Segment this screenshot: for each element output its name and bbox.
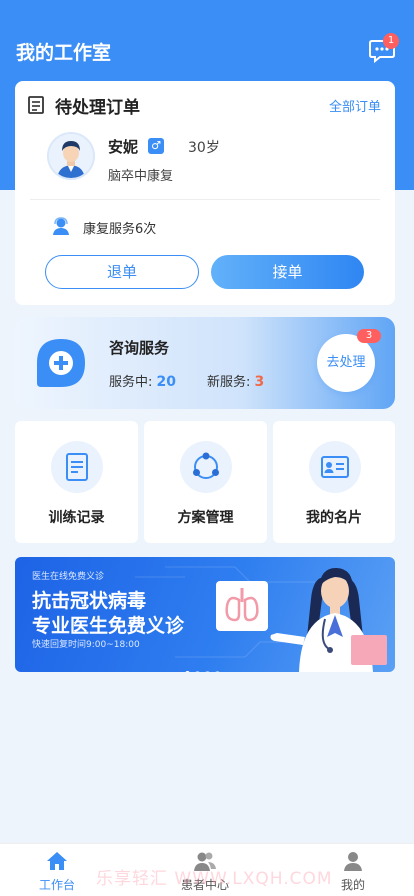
tile-label: 方案管理 — [177, 510, 234, 526]
accept-button[interactable]: 接单 — [211, 255, 364, 289]
carousel-dot[interactable] — [195, 671, 200, 672]
pending-orders-title: 待处理订单 — [55, 98, 140, 118]
patient-age: 30岁 — [188, 140, 220, 156]
order-list-icon — [28, 96, 44, 114]
watermark: 乐享轻汇 WWW.LXQH.COM — [96, 869, 333, 889]
message-badge: 1 — [383, 33, 399, 49]
promo-banner[interactable]: 医生在线免费义诊 抗击冠状病毒 专业医生免费义诊 快速回复时间9:00~18:0… — [15, 557, 395, 672]
carousel-dot[interactable] — [185, 671, 190, 672]
in-service-label: 服务中: — [109, 375, 153, 390]
reject-button[interactable]: 退单 — [45, 255, 199, 289]
banner-title-line1: 抗击冠状病毒 — [32, 590, 147, 612]
tile-training-records[interactable]: 训练记录 — [15, 421, 138, 543]
new-service-count: 3 — [254, 374, 265, 390]
home-icon — [47, 852, 67, 870]
user-icon — [344, 852, 362, 871]
doctor-illustration — [270, 567, 387, 672]
patient-name: 安妮 — [108, 138, 139, 156]
document-icon — [51, 441, 103, 493]
patient-diagnosis: 脑卒中康复 — [108, 169, 174, 184]
all-orders-link[interactable]: 全部订单 — [329, 96, 381, 115]
consult-plus-icon — [37, 339, 85, 387]
in-service-stat: 服务中: 20 — [109, 371, 176, 390]
patient-avatar — [47, 132, 95, 180]
service-person-icon — [53, 217, 69, 235]
divider — [30, 199, 380, 200]
tile-label: 训练记录 — [48, 510, 105, 526]
tile-label: 我的名片 — [306, 510, 362, 526]
consult-title: 咨询服务 — [109, 339, 170, 357]
tile-plan-management[interactable]: 方案管理 — [144, 421, 267, 543]
new-service-stat: 新服务: 3 — [207, 371, 264, 390]
carousel-dots — [185, 661, 225, 672]
id-card-icon — [309, 441, 361, 493]
in-service-count: 20 — [156, 374, 177, 390]
carousel-dot[interactable] — [205, 671, 210, 672]
carousel-dot[interactable] — [215, 671, 220, 672]
new-service-label: 新服务: — [207, 375, 251, 390]
service-count: 康复服务6次 — [83, 222, 157, 237]
male-icon: ♂ — [148, 138, 164, 154]
cycle-icon — [180, 441, 232, 493]
pending-orders-card: 待处理订单 全部订单 安妮 ♂ 30岁 脑卒中康复 康复服务6次 退单 接单 — [15, 81, 395, 305]
tab-label: 工作台 — [38, 878, 75, 892]
tab-workbench[interactable]: 工作台 — [17, 850, 97, 893]
banner-title-line2: 专业医生免费义诊 — [32, 615, 185, 637]
banner-subtitle: 医生在线免费义诊 — [32, 572, 105, 582]
page-title: 我的工作室 — [16, 42, 112, 64]
banner-note: 快速回复时间9:00~18:00 — [32, 640, 140, 650]
tile-my-card[interactable]: 我的名片 — [273, 421, 395, 543]
consult-service-card[interactable]: 咨询服务 服务中: 20 新服务: 3 去处理 3 — [15, 317, 395, 409]
go-process-badge: 3 — [357, 329, 381, 343]
